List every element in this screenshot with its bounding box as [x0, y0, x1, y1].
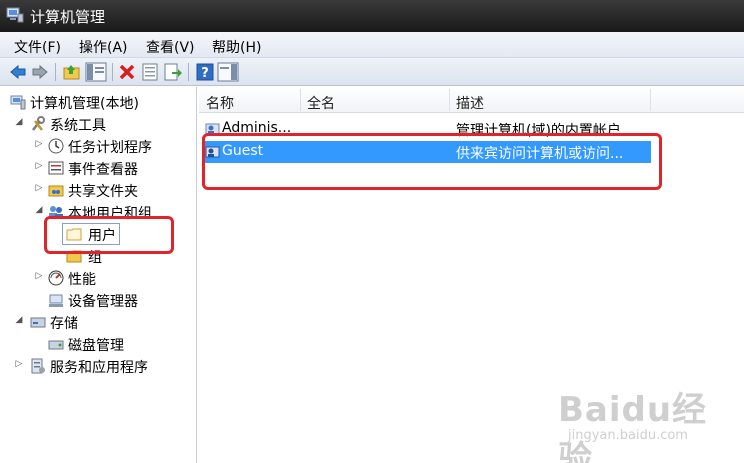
title-bar: 计算机管理	[0, 0, 744, 32]
forward-icon[interactable]	[30, 62, 50, 82]
tree-item-performance[interactable]: ▷ 性能	[0, 267, 197, 289]
collapse-icon[interactable]: ◢	[14, 117, 24, 127]
column-header-fullname[interactable]: 全名	[307, 93, 335, 113]
expand-icon[interactable]: ▷	[34, 271, 44, 281]
watermark-url: jingyan.baidu.com	[568, 428, 688, 443]
tree-item-computer-management[interactable]: 计算机管理(本地)	[0, 91, 197, 113]
tree-item-disk-management[interactable]: 磁盘管理	[0, 333, 197, 355]
storage-icon	[30, 317, 46, 328]
back-icon[interactable]	[8, 62, 28, 82]
expand-icon[interactable]: ▷	[34, 139, 44, 149]
baidu-watermark: Baidu经验 jingyan.baidu.com	[558, 382, 738, 463]
tree-item-shared-folders[interactable]: ▷ 共享文件夹	[0, 179, 197, 201]
expand-icon[interactable]: ▷	[34, 161, 44, 171]
tree-label: 事件查看器	[68, 162, 138, 178]
svg-text:?: ?	[201, 66, 209, 81]
menu-action[interactable]: 操作(A)	[79, 37, 128, 57]
tree-label: 任务计划程序	[68, 140, 152, 156]
tree-item-services-apps[interactable]: ▷ 服务和应用程序	[0, 355, 197, 377]
computer-management-icon	[6, 7, 24, 23]
shared-folder-icon	[48, 185, 64, 197]
help-icon[interactable]: ?	[195, 62, 215, 82]
tree-label: 系统工具	[50, 118, 106, 134]
tree-label: 磁盘管理	[68, 338, 124, 354]
tree-label: 共享文件夹	[68, 184, 138, 200]
clock-icon	[48, 138, 64, 154]
tree-label: 存储	[50, 316, 78, 332]
device-manager-icon	[49, 294, 63, 307]
column-header-name[interactable]: 名称	[206, 93, 234, 113]
tree-label: 计算机管理(本地)	[30, 96, 139, 112]
show-hide-tree-icon[interactable]	[85, 62, 107, 82]
tree-item-task-scheduler[interactable]: ▷ 任务计划程序	[0, 135, 197, 157]
console-tree: 计算机管理(本地) ◢ 系统工具 ▷ 任务计划程序 ▷ 事件查看器 ▷ 共享文件…	[0, 87, 197, 463]
annotation-box-guest	[202, 133, 662, 190]
show-action-pane-icon[interactable]	[217, 62, 239, 82]
collapse-icon[interactable]: ◢	[34, 205, 44, 215]
annotation-box-users	[44, 216, 174, 254]
computer-management-icon	[10, 95, 26, 110]
menu-file[interactable]: 文件(F)	[14, 37, 61, 57]
tree-item-system-tools[interactable]: ◢ 系统工具	[0, 113, 197, 135]
services-icon	[31, 358, 45, 374]
tree-item-event-viewer[interactable]: ▷ 事件查看器	[0, 157, 197, 179]
tree-item-device-manager[interactable]: 设备管理器	[0, 289, 197, 311]
disk-icon	[48, 340, 64, 350]
delete-icon[interactable]	[117, 62, 137, 82]
window-title: 计算机管理	[30, 8, 106, 26]
expand-icon[interactable]: ▷	[34, 183, 44, 193]
tools-icon	[32, 116, 45, 131]
toolbar: ?	[0, 58, 744, 86]
export-icon[interactable]	[163, 62, 183, 82]
event-viewer-icon	[48, 161, 64, 175]
tree-item-storage[interactable]: ◢ 存储	[0, 311, 197, 333]
tree-label: 性能	[68, 272, 96, 288]
expand-icon[interactable]: ▷	[14, 359, 24, 369]
tree-label: 服务和应用程序	[50, 360, 148, 376]
collapse-icon[interactable]: ◢	[14, 315, 24, 325]
column-header-description[interactable]: 描述	[456, 93, 484, 113]
tree-label: 设备管理器	[68, 294, 138, 310]
up-folder-icon[interactable]	[62, 62, 82, 82]
list-header: 名称 全名 描述	[199, 87, 744, 113]
watermark-brand: Baidu经验	[558, 390, 708, 463]
properties-icon[interactable]	[140, 62, 160, 82]
menu-help[interactable]: 帮助(H)	[212, 37, 261, 57]
menu-view[interactable]: 查看(V)	[146, 37, 195, 57]
menu-bar: 文件(F) 操作(A) 查看(V) 帮助(H)	[0, 32, 744, 58]
performance-icon	[48, 270, 64, 286]
